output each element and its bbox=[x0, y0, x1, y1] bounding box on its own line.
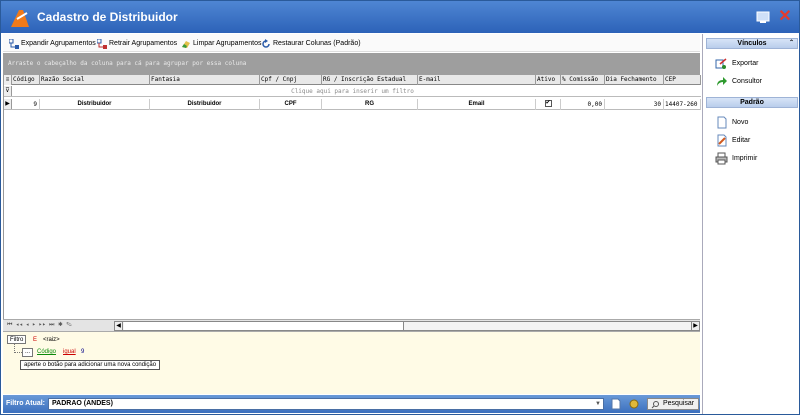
new-document-icon bbox=[717, 116, 727, 128]
table-row[interactable]: ▶ 9 Distribuidor Distribuidor CPF RG Ema… bbox=[4, 99, 701, 110]
vinculos-section-header[interactable]: Vínculos ⌃ bbox=[706, 38, 798, 49]
current-filter-value: PADRAO (ANDES) bbox=[52, 400, 113, 407]
printer-icon bbox=[715, 152, 728, 164]
record-navigator-buttons[interactable]: ⏮ ◂◂ ◂ ▸ ▸▸ ⏭ ✱ ✎ bbox=[7, 322, 73, 329]
col-header-comissao[interactable]: % Comissão bbox=[561, 75, 605, 85]
restore-window-icon[interactable] bbox=[756, 10, 770, 24]
horizontal-scrollbar[interactable]: ◀ ▶ bbox=[114, 321, 700, 331]
filter-row[interactable]: ⊽ Clique aqui para inserir um filtro bbox=[4, 86, 701, 97]
cell-ativo[interactable]: ✔ bbox=[536, 99, 561, 110]
search-button-label: Pesquisar bbox=[663, 400, 695, 407]
scroll-left-icon[interactable]: ◀ bbox=[115, 322, 123, 330]
col-header-rg[interactable]: RG / Inscrição Estadual bbox=[322, 75, 418, 85]
grid-navigator: ⏮ ◂◂ ◂ ▸ ▸▸ ⏭ ✱ ✎ ◀ ▶ bbox=[3, 319, 700, 331]
cell-cep[interactable]: 14407-260 bbox=[664, 99, 701, 110]
expand-icon bbox=[9, 38, 19, 49]
cell-codigo[interactable]: 9 bbox=[12, 99, 40, 110]
cell-rg[interactable]: RG bbox=[322, 99, 418, 110]
exportar-link[interactable]: Exportar bbox=[715, 56, 758, 70]
restore-columns-button[interactable]: Restaurar Colunas (Padrão) bbox=[261, 37, 361, 50]
scroll-right-icon[interactable]: ▶ bbox=[691, 322, 699, 330]
col-header-dia-fechamento[interactable]: Dia Fechamento bbox=[605, 75, 664, 85]
padrao-title: Padrão bbox=[740, 99, 764, 106]
filter-operator-link[interactable]: igual bbox=[63, 349, 76, 355]
expand-groups-label: Expandir Agrupamentos bbox=[21, 40, 96, 47]
clear-groups-label: Limpar Agrupamentos bbox=[193, 40, 262, 47]
app-logo-icon bbox=[11, 10, 29, 27]
col-header-codigo[interactable]: Código bbox=[12, 75, 40, 85]
forward-arrow-icon bbox=[717, 76, 727, 86]
row-indicator: ▶ bbox=[4, 99, 12, 109]
current-filter-select[interactable]: PADRAO (ANDES) ▼ bbox=[48, 398, 604, 410]
filter-builder: Filtro E <raiz> ... Código igual 9 apert… bbox=[3, 331, 700, 394]
grid-header: ≡ Código Razão Social Fantasia Cpf / Cnp… bbox=[4, 75, 701, 85]
close-window-icon[interactable]: ✕ bbox=[778, 9, 792, 25]
collapse-groups-label: Retrair Agrupamentos bbox=[109, 40, 178, 47]
chevron-up-icon[interactable]: ⌃ bbox=[789, 39, 794, 48]
filter-tree-line bbox=[14, 344, 22, 353]
grid-toolbar: Expandir Agrupamentos Retrair Agrupament… bbox=[3, 34, 700, 52]
filter-field-link[interactable]: Código bbox=[37, 349, 56, 355]
group-by-panel[interactable]: Arraste o cabeçalho da coluna para cá pa… bbox=[3, 53, 700, 75]
novo-label: Novo bbox=[732, 118, 749, 126]
eraser-icon bbox=[182, 40, 190, 48]
title-bar: Cadastro de Distribuidor ✕ bbox=[1, 1, 799, 33]
restore-icon bbox=[262, 38, 270, 48]
filter-group-operator[interactable]: E bbox=[33, 337, 37, 343]
col-header-email[interactable]: E-mail bbox=[418, 75, 536, 85]
cell-cpf-cnpj[interactable]: CPF bbox=[260, 99, 322, 110]
cell-comissao[interactable]: 0,00 bbox=[561, 99, 605, 110]
consultor-link[interactable]: Consultor bbox=[715, 74, 762, 88]
col-header-cep[interactable]: CEP bbox=[664, 75, 701, 85]
editar-label: Editar bbox=[732, 136, 751, 144]
imprimir-link[interactable]: Imprimir bbox=[715, 151, 757, 165]
data-grid: ≡ Código Razão Social Fantasia Cpf / Cnp… bbox=[3, 75, 701, 319]
search-icon bbox=[651, 400, 659, 408]
cell-razao-social[interactable]: Distribuidor bbox=[40, 99, 150, 110]
add-condition-tooltip: aperte o botão para adicionar uma nova c… bbox=[20, 360, 161, 370]
imprimir-label: Imprimir bbox=[732, 154, 758, 162]
side-panel: Vínculos ⌃ Exportar Consultor Padrão Nov… bbox=[702, 34, 799, 414]
col-header-fantasia[interactable]: Fantasia bbox=[150, 75, 260, 85]
restore-columns-label: Restaurar Colunas (Padrão) bbox=[273, 40, 361, 47]
filter-root-node: <raiz> bbox=[43, 337, 60, 343]
exportar-label: Exportar bbox=[732, 59, 759, 67]
filter-status-bar: Filtro Atual: PADRAO (ANDES) ▼ Pesquisar bbox=[3, 395, 700, 413]
main-window: Cadastro de Distribuidor ✕ Expandir Agru… bbox=[0, 0, 800, 415]
save-filter-icon[interactable] bbox=[628, 398, 640, 410]
novo-link[interactable]: Novo bbox=[715, 115, 748, 129]
add-condition-button[interactable]: ... bbox=[22, 348, 33, 357]
cell-email[interactable]: Email bbox=[418, 99, 536, 110]
expand-groups-button[interactable]: Expandir Agrupamentos bbox=[9, 37, 96, 50]
padrao-section-header: Padrão bbox=[706, 97, 798, 108]
collapse-icon bbox=[97, 38, 107, 49]
edit-icon bbox=[717, 134, 727, 146]
filter-value[interactable]: 9 bbox=[81, 349, 84, 355]
search-button[interactable]: Pesquisar bbox=[647, 398, 699, 410]
filter-row-hint: Clique aqui para inserir um filtro bbox=[291, 88, 414, 95]
group-by-hint: Arraste o cabeçalho da coluna para cá pa… bbox=[8, 60, 247, 67]
scroll-thumb[interactable] bbox=[124, 322, 404, 330]
current-filter-label: Filtro Atual: bbox=[6, 400, 46, 407]
col-header-cpf-cnpj[interactable]: Cpf / Cnpj bbox=[260, 75, 322, 85]
chevron-down-icon[interactable]: ▼ bbox=[595, 399, 601, 409]
clear-groups-button[interactable]: Limpar Agrupamentos bbox=[181, 37, 261, 50]
cell-dia-fechamento[interactable]: 30 bbox=[605, 99, 664, 110]
export-icon bbox=[715, 57, 727, 69]
document-icon[interactable] bbox=[610, 398, 622, 410]
collapse-groups-button[interactable]: Retrair Agrupamentos bbox=[97, 37, 177, 50]
vinculos-title: Vínculos bbox=[737, 40, 767, 47]
consultor-label: Consultor bbox=[732, 77, 762, 85]
window-title: Cadastro de Distribuidor bbox=[37, 10, 178, 24]
col-header-razao-social[interactable]: Razão Social bbox=[40, 75, 150, 85]
ativo-checkbox[interactable]: ✔ bbox=[544, 99, 552, 107]
filter-builder-label: Filtro bbox=[7, 335, 27, 344]
header-corner: ≡ bbox=[4, 75, 12, 85]
cell-fantasia[interactable]: Distribuidor bbox=[150, 99, 260, 110]
col-header-ativo[interactable]: Ativo bbox=[536, 75, 561, 85]
editar-link[interactable]: Editar bbox=[715, 133, 750, 147]
